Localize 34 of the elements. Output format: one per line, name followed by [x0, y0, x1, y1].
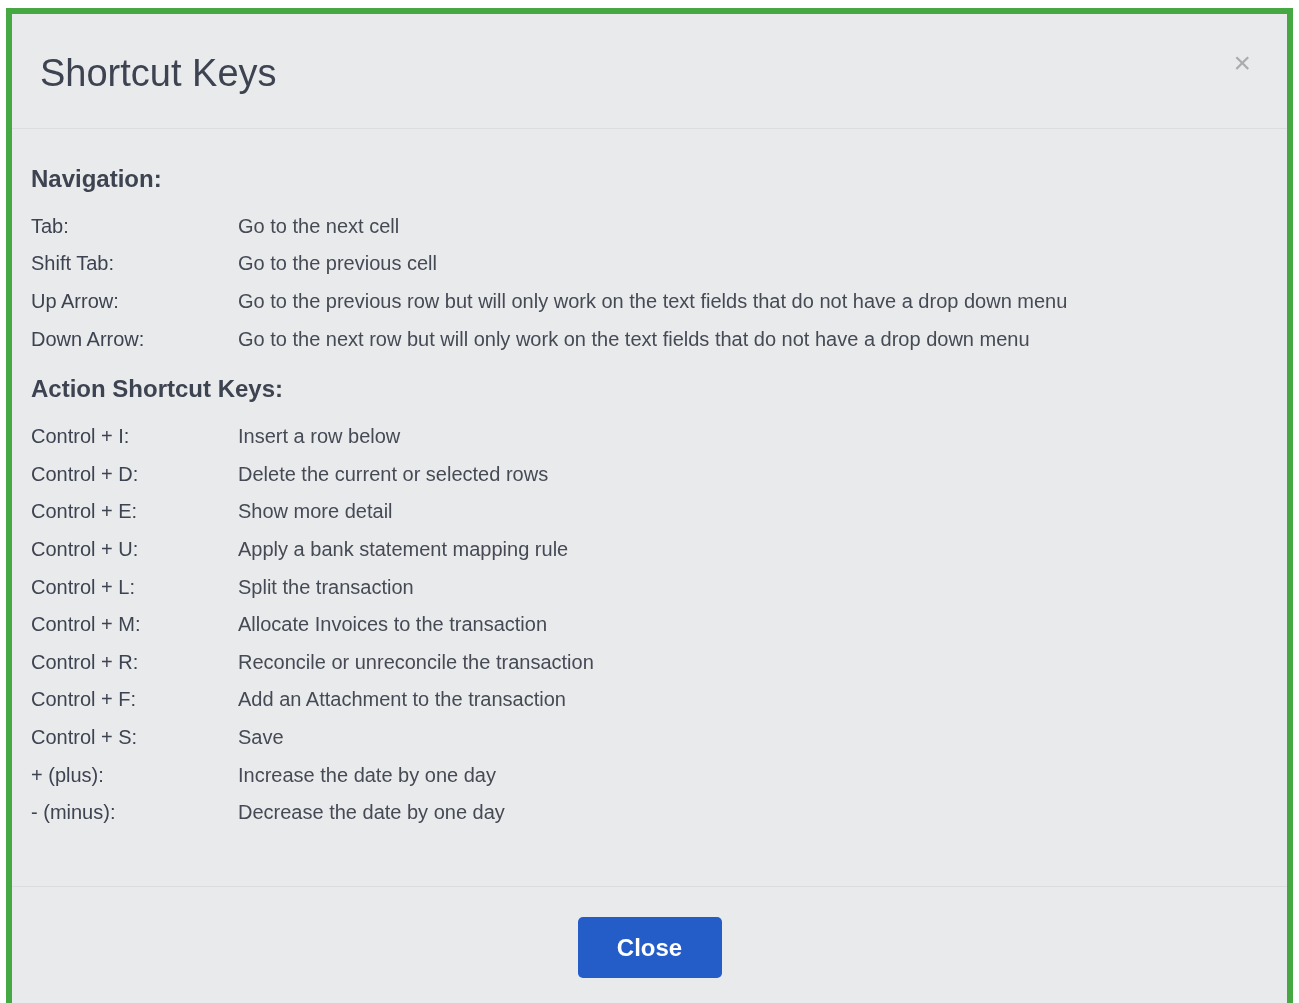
- shortcut-key: + (plus):: [31, 759, 238, 790]
- shortcut-key: Control + I:: [31, 421, 238, 452]
- shortcut-key: Control + D:: [31, 458, 238, 489]
- shortcut-description: Reconcile or unreconcile the transaction: [238, 649, 594, 675]
- shortcut-key: Control + F:: [31, 684, 238, 715]
- shortcut-key: Shift Tab:: [31, 248, 238, 279]
- shortcut-key: Control + M:: [31, 609, 238, 640]
- shortcut-key: Control + L:: [31, 571, 238, 602]
- shortcut-description: Insert a row below: [238, 424, 401, 450]
- shortcut-description: Save: [238, 724, 284, 750]
- shortcut-key: - (minus):: [31, 797, 238, 828]
- shortcut-key: Control + R:: [31, 646, 238, 677]
- shortcut-key: Down Arrow:: [31, 323, 238, 354]
- shortcut-description: Add an Attachment to the transaction: [238, 687, 566, 713]
- section-heading: Navigation:: [31, 164, 163, 194]
- shortcut-description: Show more detail: [238, 499, 393, 525]
- shortcut-description: Go to the previous row but will only work on the text fields that do not have a drop down menu: [238, 289, 1068, 314]
- shortcut-description: Increase the date by one day: [238, 762, 496, 788]
- close-button[interactable]: Close: [577, 917, 722, 978]
- shortcut-description: Go to the previous cell: [238, 251, 437, 277]
- shortcut-key: Control + U:: [31, 533, 238, 564]
- shortcut-description: Apply a bank statement mapping rule: [238, 536, 569, 562]
- shortcut-description: Go to the next row but will only work on the text fields that do not have a drop down menu: [238, 326, 1030, 352]
- shortcut-description: Decrease the date by one day: [238, 800, 505, 826]
- shortcut-description: Go to the next cell: [238, 213, 400, 239]
- section-heading: Action Shortcut Keys:: [31, 374, 285, 405]
- shortcut-key: Tab:: [31, 210, 238, 241]
- shortcut-description: Allocate Invoices to the transaction: [238, 612, 548, 638]
- shortcut-description: Split the transaction: [238, 574, 414, 600]
- shortcut-key: Up Arrow:: [31, 286, 238, 316]
- shortcut-key: Control + E:: [31, 496, 238, 527]
- shortcut-key: Control + S:: [31, 721, 238, 752]
- dialog-title: Shortcut Keys: [40, 51, 277, 96]
- shortcut-description: Delete the current or selected rows: [238, 461, 549, 487]
